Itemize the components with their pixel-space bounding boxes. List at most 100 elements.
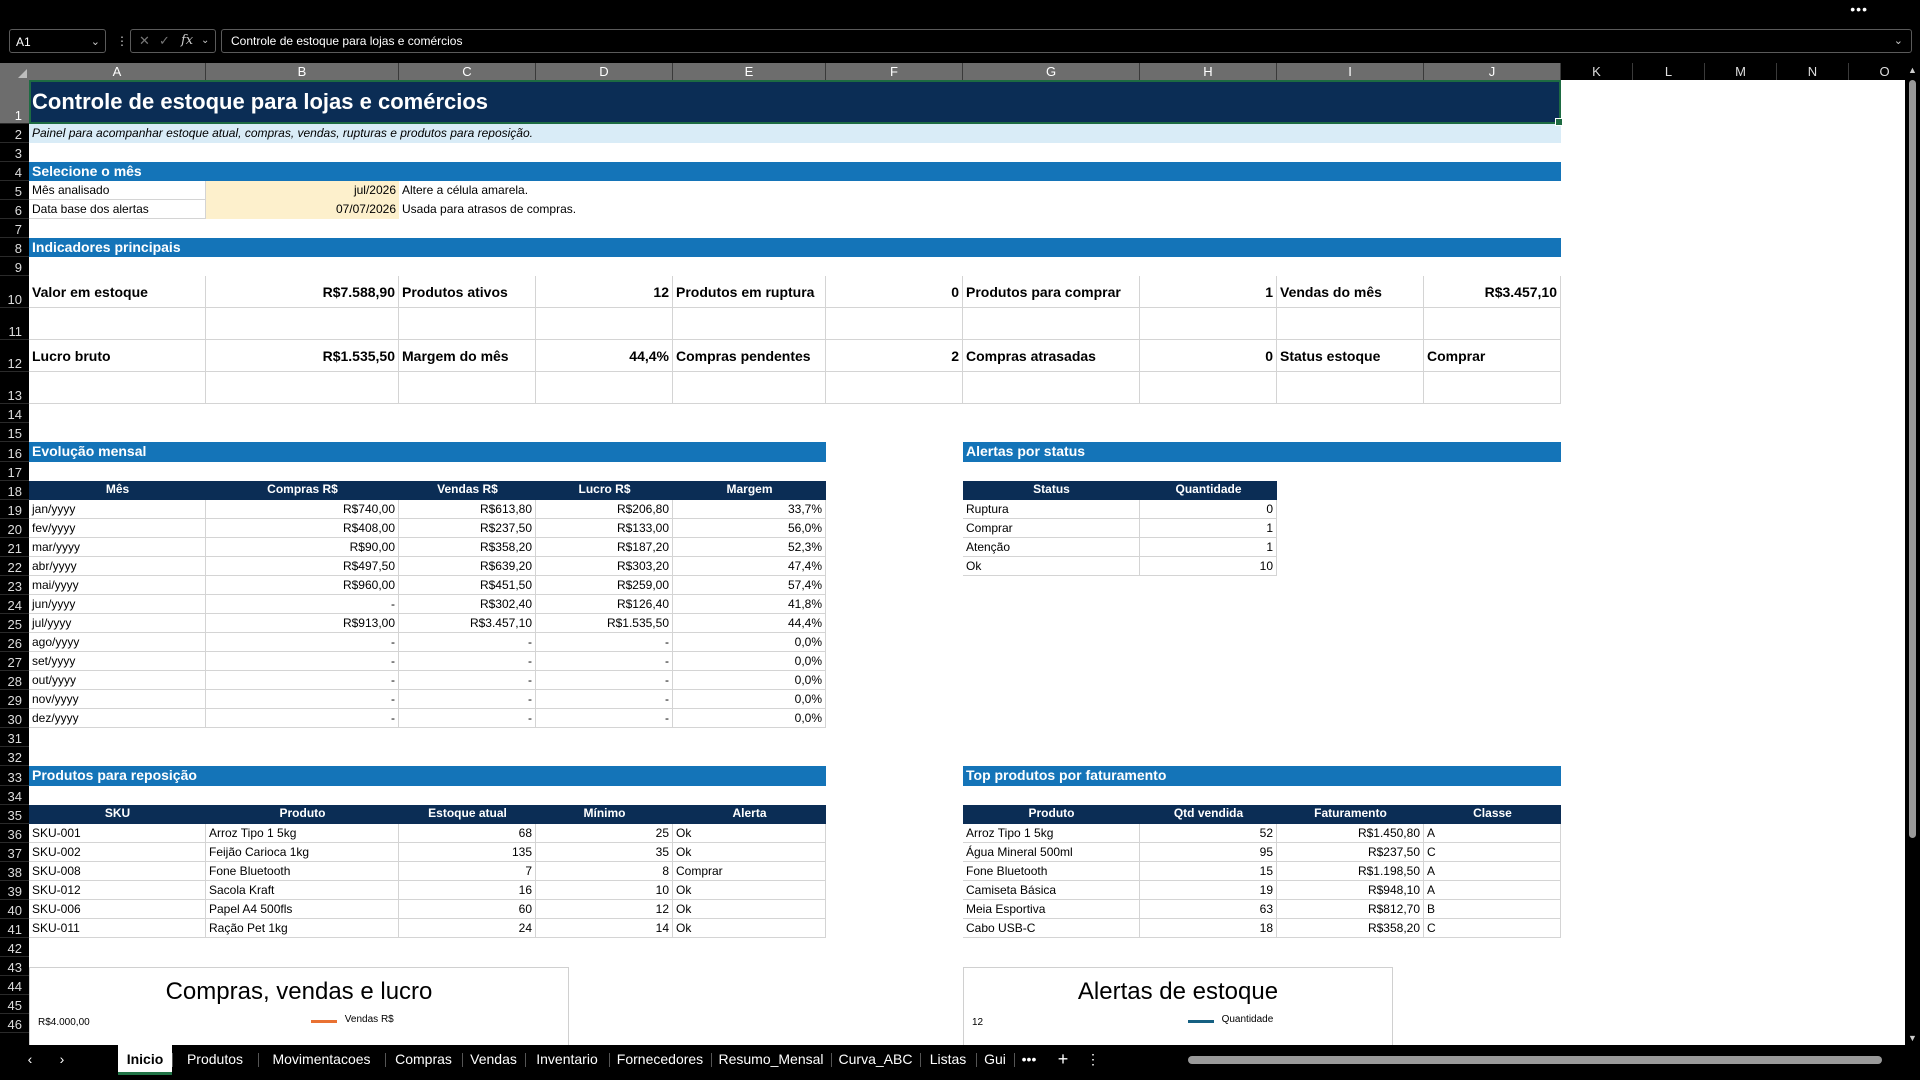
kpi-label[interactable]: Produtos para comprar: [963, 276, 1140, 308]
table-cell[interactable]: 0,0%: [673, 633, 826, 652]
kpi-value[interactable]: R$7.588,90: [206, 276, 399, 308]
row-header-11[interactable]: 11: [0, 308, 29, 340]
table-cell[interactable]: SKU-001: [29, 824, 206, 843]
row-header-15[interactable]: 15: [0, 423, 29, 442]
tab-inventario[interactable]: Inventario: [525, 1045, 609, 1075]
table-cell[interactable]: -: [399, 652, 536, 671]
row-header-19[interactable]: 19: [0, 500, 29, 519]
column-header-b[interactable]: B: [206, 63, 399, 80]
row-header-22[interactable]: 22: [0, 557, 29, 576]
table-cell[interactable]: -: [399, 671, 536, 690]
table-cell[interactable]: 18: [1140, 919, 1277, 938]
row-header-46[interactable]: 46: [0, 1014, 29, 1033]
tab-inicio[interactable]: Inicio: [118, 1045, 172, 1075]
row-header-10[interactable]: 10: [0, 276, 29, 308]
table-cell[interactable]: Ração Pet 1kg: [206, 919, 399, 938]
table-header[interactable]: Margem: [673, 481, 826, 500]
table-cell[interactable]: Fone Bluetooth: [963, 862, 1140, 881]
row-header-12[interactable]: 12: [0, 340, 29, 372]
table-cell[interactable]: SKU-011: [29, 919, 206, 938]
column-header-e[interactable]: E: [673, 63, 826, 80]
kpi-value[interactable]: Comprar: [1424, 340, 1561, 372]
table-cell[interactable]: 15: [1140, 862, 1277, 881]
kpi-label[interactable]: Vendas do mês: [1277, 276, 1424, 308]
column-header-d[interactable]: D: [536, 63, 673, 80]
table-cell[interactable]: R$302,40: [399, 595, 536, 614]
table-cell[interactable]: B: [1424, 900, 1561, 919]
table-cell[interactable]: -: [399, 633, 536, 652]
table-header[interactable]: Status: [963, 481, 1140, 500]
expand-formula-icon[interactable]: ⌄: [1894, 30, 1903, 52]
table-cell[interactable]: -: [536, 652, 673, 671]
row-header-21[interactable]: 21: [0, 538, 29, 557]
tab-fornecedores[interactable]: Fornecedores: [609, 1045, 711, 1075]
table-cell[interactable]: SKU-012: [29, 881, 206, 900]
table-cell[interactable]: Comprar: [673, 862, 826, 881]
table-cell[interactable]: R$913,00: [206, 614, 399, 633]
tab-gui[interactable]: Gui: [976, 1045, 1014, 1075]
table-cell[interactable]: R$358,20: [1277, 919, 1424, 938]
kpi-label[interactable]: Status estoque: [1277, 340, 1424, 372]
table-cell[interactable]: -: [206, 671, 399, 690]
column-header-n[interactable]: N: [1777, 63, 1849, 80]
row-header-16[interactable]: 16: [0, 442, 29, 462]
table-cell[interactable]: mar/yyyy: [29, 538, 206, 557]
table-cell[interactable]: R$259,00: [536, 576, 673, 595]
table-cell[interactable]: -: [206, 595, 399, 614]
table-header[interactable]: Qtd vendida: [1140, 805, 1277, 824]
month-label[interactable]: Data base dos alertas: [29, 200, 206, 219]
row-header-4[interactable]: 4: [0, 162, 29, 181]
table-cell[interactable]: R$133,00: [536, 519, 673, 538]
table-cell[interactable]: -: [206, 652, 399, 671]
row-header-42[interactable]: 42: [0, 938, 29, 957]
table-cell[interactable]: 63: [1140, 900, 1277, 919]
column-header-k[interactable]: K: [1561, 63, 1633, 80]
column-header-i[interactable]: I: [1277, 63, 1424, 80]
kpi-value[interactable]: R$3.457,10: [1424, 276, 1561, 308]
table-cell[interactable]: Ruptura: [963, 500, 1140, 519]
column-header-g[interactable]: G: [963, 63, 1140, 80]
table-cell[interactable]: nov/yyyy: [29, 690, 206, 709]
kpi-label[interactable]: Produtos em ruptura: [673, 276, 826, 308]
table-cell[interactable]: C: [1424, 843, 1561, 862]
cancel-icon[interactable]: ✕: [139, 30, 150, 52]
tab-scroll-left-icon[interactable]: ‹: [18, 1045, 42, 1075]
column-header-c[interactable]: C: [399, 63, 536, 80]
column-header-l[interactable]: L: [1633, 63, 1705, 80]
select-all-corner[interactable]: [0, 63, 29, 80]
kpi-label[interactable]: Compras atrasadas: [963, 340, 1140, 372]
table-cell[interactable]: A: [1424, 862, 1561, 881]
row-header-27[interactable]: 27: [0, 652, 29, 671]
row-header-23[interactable]: 23: [0, 576, 29, 595]
tab-compras[interactable]: Compras: [385, 1045, 462, 1075]
table-cell[interactable]: R$237,50: [1277, 843, 1424, 862]
kpi-value[interactable]: 1: [1140, 276, 1277, 308]
table-cell[interactable]: Feijão Carioca 1kg: [206, 843, 399, 862]
table-cell[interactable]: 0,0%: [673, 709, 826, 728]
table-cell[interactable]: 16: [399, 881, 536, 900]
table-cell[interactable]: R$740,00: [206, 500, 399, 519]
row-header-20[interactable]: 20: [0, 519, 29, 538]
add-sheet-icon[interactable]: +: [1048, 1045, 1078, 1075]
tab-listas[interactable]: Listas: [920, 1045, 976, 1075]
kpi-value[interactable]: 0: [1140, 340, 1277, 372]
table-cell[interactable]: R$90,00: [206, 538, 399, 557]
row-header-1[interactable]: 1: [0, 80, 29, 124]
table-cell[interactable]: 12: [536, 900, 673, 919]
table-cell[interactable]: R$960,00: [206, 576, 399, 595]
table-cell[interactable]: SKU-002: [29, 843, 206, 862]
table-cell[interactable]: 1: [1140, 538, 1277, 557]
row-header-33[interactable]: 33: [0, 766, 29, 786]
table-cell[interactable]: Ok: [673, 919, 826, 938]
table-cell[interactable]: 10: [1140, 557, 1277, 576]
table-cell[interactable]: 10: [536, 881, 673, 900]
column-header-a[interactable]: A: [29, 63, 206, 80]
table-header[interactable]: Compras R$: [206, 481, 399, 500]
table-cell[interactable]: 25: [536, 824, 673, 843]
row-header-41[interactable]: 41: [0, 919, 29, 938]
chevron-down-icon[interactable]: ⌄: [201, 30, 209, 52]
sheet-title[interactable]: Controle de estoque para lojas e comérci…: [29, 80, 1561, 124]
table-header[interactable]: Quantidade: [1140, 481, 1277, 500]
table-cell[interactable]: Comprar: [963, 519, 1140, 538]
table-cell[interactable]: R$303,20: [536, 557, 673, 576]
